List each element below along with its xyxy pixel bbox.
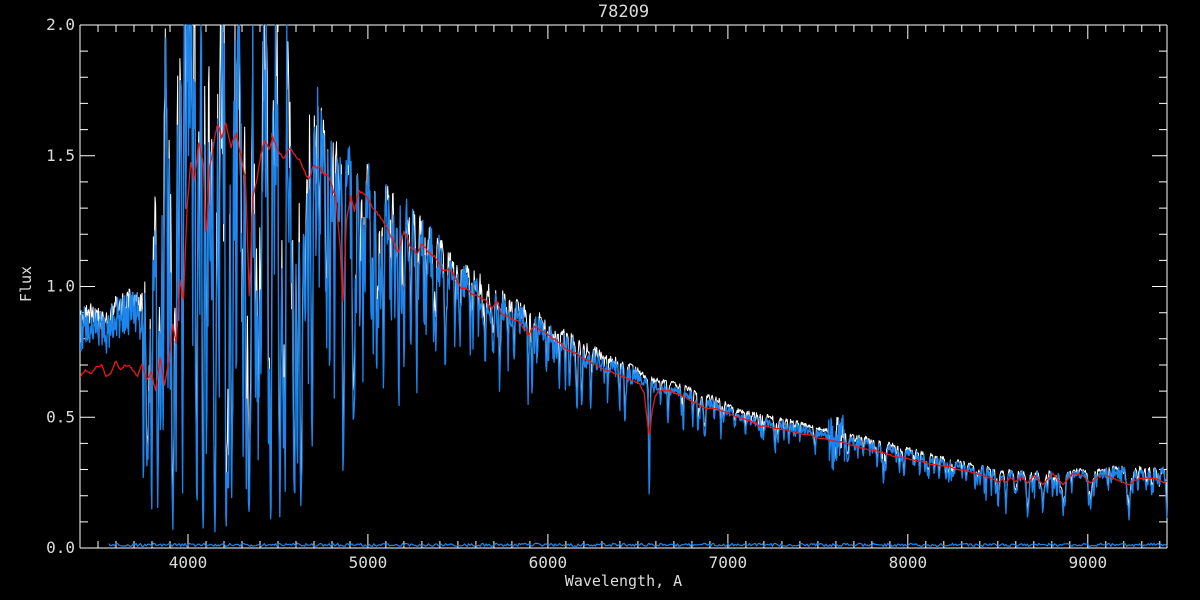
x-tick-label: 4000 (169, 553, 208, 572)
chart-title: 78209 (80, 2, 1167, 22)
x-tick-label: 6000 (529, 553, 568, 572)
x-tick-label: 9000 (1069, 553, 1108, 572)
y-tick-label: 0.5 (46, 407, 75, 426)
y-tick-label: 0.0 (46, 538, 75, 557)
series-group (80, 25, 1167, 546)
plot-canvas: 4000 5000 6000 7000 8000 9000 0.0 0.5 1.0 1.5 2.0 (0, 0, 1200, 600)
y-tick-label: 1.5 (46, 146, 75, 165)
x-axis-label: Wavelength, A (80, 572, 1167, 590)
y-axis-label: Flux (17, 266, 35, 302)
x-tick-label: 8000 (889, 553, 928, 572)
x-tick-label: 7000 (709, 553, 748, 572)
y-tick-label: 1.0 (46, 277, 75, 296)
x-tick-label: 5000 (349, 553, 388, 572)
y-tick-label: 2.0 (46, 15, 75, 34)
spectrum-chart: 4000500060007000800090000.00.51.01.52.0 … (0, 0, 1200, 600)
